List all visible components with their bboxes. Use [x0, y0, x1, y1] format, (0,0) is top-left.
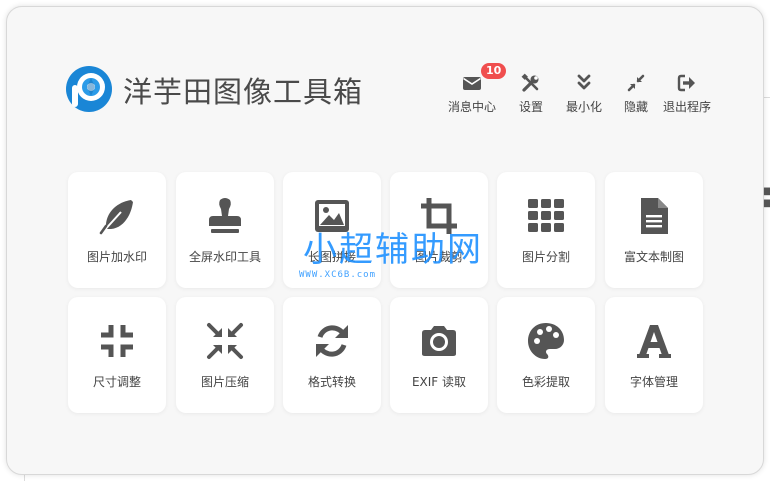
camera-icon: [419, 321, 459, 361]
tool-label: 格式转换: [307, 375, 356, 389]
messages-button[interactable]: 消息中心 10: [443, 63, 507, 115]
compress-icon: [97, 321, 137, 361]
stamp-icon: [205, 196, 245, 236]
tool-resize[interactable]: 尺寸调整: [68, 297, 166, 413]
exit-button[interactable]: 退出程序: [658, 73, 716, 115]
hide-label: 隐藏: [623, 100, 648, 114]
tool-image-compress[interactable]: 图片压缩: [176, 297, 274, 413]
tool-long-image-stitch[interactable]: 长图拼接: [283, 172, 381, 288]
app-logo: [65, 65, 113, 113]
hide-button[interactable]: 隐藏: [607, 73, 665, 115]
tool-label: 富文本制图: [623, 250, 684, 264]
tool-label: 字体管理: [629, 375, 678, 389]
tool-label: EXIF 读取: [411, 375, 467, 389]
minimize-label: 最小化: [565, 100, 602, 114]
tool-label: 色彩提取: [521, 375, 570, 389]
tool-add-watermark[interactable]: 图片加水印: [68, 172, 166, 288]
document-icon: [634, 196, 674, 236]
tool-label: 图片裁剪: [414, 250, 463, 264]
tool-label: 图片加水印: [86, 250, 147, 264]
exit-label: 退出程序: [662, 100, 711, 114]
tool-color-extract[interactable]: 色彩提取: [497, 297, 595, 413]
palette-icon: [526, 321, 566, 361]
messages-label: 消息中心: [447, 100, 496, 114]
tool-label: 图片分割: [521, 250, 570, 264]
background-window-fragment: ■ ■: [763, 186, 770, 209]
tool-format-convert[interactable]: 格式转换: [283, 297, 381, 413]
app-window: 洋芋田图像工具箱 消息中心 10 设置 最小化 隐藏 退出程序 图片加水印 全屏…: [6, 6, 764, 475]
compress-arrows-icon: [607, 73, 665, 93]
tool-label: 长图拼接: [307, 250, 356, 264]
double-chevron-down-icon: [555, 73, 613, 93]
grid-icon: [526, 196, 566, 236]
image-icon: [312, 196, 352, 236]
tool-fullscreen-watermark[interactable]: 全屏水印工具: [176, 172, 274, 288]
settings-button[interactable]: 设置: [502, 73, 560, 115]
tool-label: 全屏水印工具: [188, 250, 261, 264]
tool-rich-text-image[interactable]: 富文本制图: [605, 172, 703, 288]
compress-diagonal-icon: [205, 321, 245, 361]
crop-icon: [419, 196, 459, 236]
feather-icon: [97, 196, 137, 236]
tool-label: 图片压缩: [200, 375, 249, 389]
sign-out-icon: [658, 73, 716, 93]
tool-image-crop[interactable]: 图片裁剪: [390, 172, 488, 288]
app-title: 洋芋田图像工具箱: [123, 75, 364, 109]
minimize-button[interactable]: 最小化: [555, 73, 613, 115]
tool-font-manager[interactable]: 字体管理: [605, 297, 703, 413]
font-icon: [634, 321, 674, 361]
tool-exif-read[interactable]: EXIF 读取: [390, 297, 488, 413]
tool-image-split[interactable]: 图片分割: [497, 172, 595, 288]
tool-label: 尺寸调整: [92, 375, 141, 389]
settings-label: 设置: [518, 100, 543, 114]
tools-icon: [502, 73, 560, 93]
sync-icon: [312, 321, 352, 361]
